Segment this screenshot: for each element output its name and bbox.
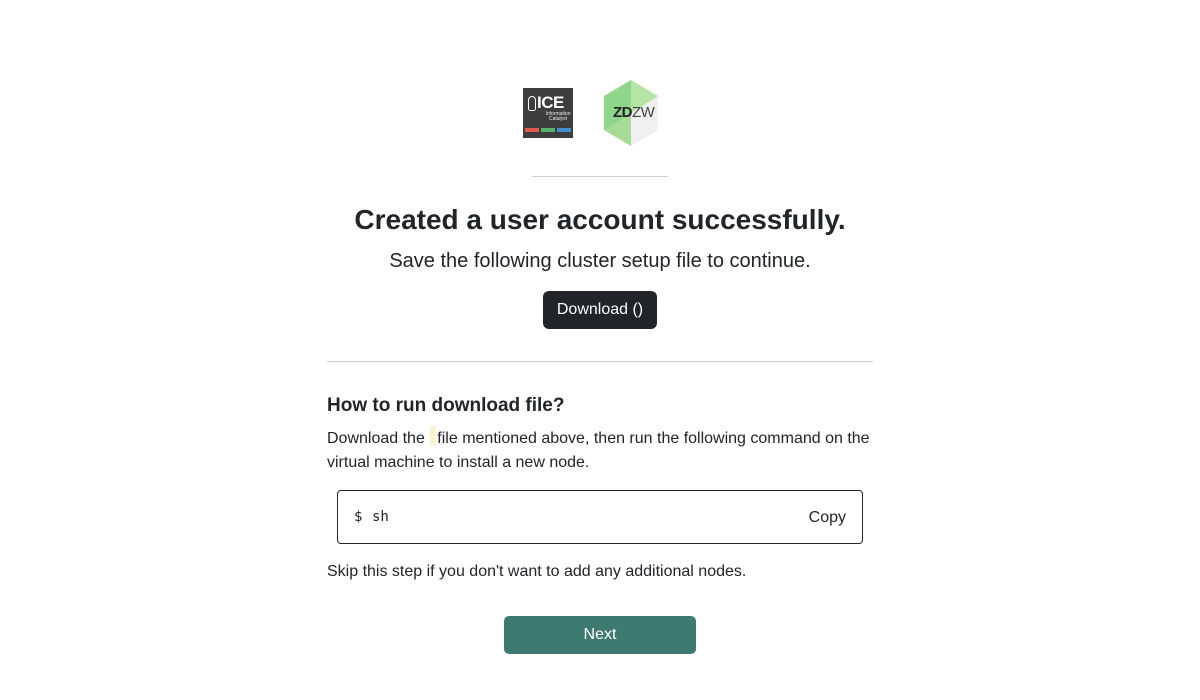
command-prompt: $ [354,509,363,525]
ice-bar-blue [557,128,571,132]
page-title: Created a user account successfully. [354,204,846,235]
ice-logo-word: ICE [537,93,564,112]
howto-heading: How to run download file? [327,395,565,416]
zdzw-light-part: ZW [632,104,655,121]
next-button[interactable]: Next [504,616,696,654]
page: ICE Information Catalyst ZDZW Created a … [0,0,1200,700]
filename-highlight [430,426,437,446]
ice-logo-bars [525,128,571,132]
howto-description: Download the file mentioned above, then … [327,426,873,475]
section-divider [327,361,873,362]
command-text[interactable]: sh [372,507,389,527]
logo-row: ICE Information Catalyst ZDZW [0,80,1200,146]
ice-logo-subtitle: Information Catalyst [545,111,571,122]
skip-note: Skip this step if you don't want to add … [327,563,747,580]
page-subtitle: Save the following cluster setup file to… [389,250,811,272]
download-button[interactable]: Download () [543,291,657,329]
ice-bar-red [525,128,539,132]
ice-logo: ICE Information Catalyst [523,88,573,138]
ice-bar-green [541,128,555,132]
zdzw-bold-part: ZD [613,104,633,121]
howto-text-before: Download the [327,430,425,447]
zdzw-logo-text: ZDZW [613,104,655,122]
logo-divider [532,176,668,177]
lightbulb-icon [528,96,536,111]
command-box: $ sh Copy [337,490,863,544]
copy-button[interactable]: Copy [809,507,846,529]
zdzw-logo: ZDZW [600,80,662,146]
